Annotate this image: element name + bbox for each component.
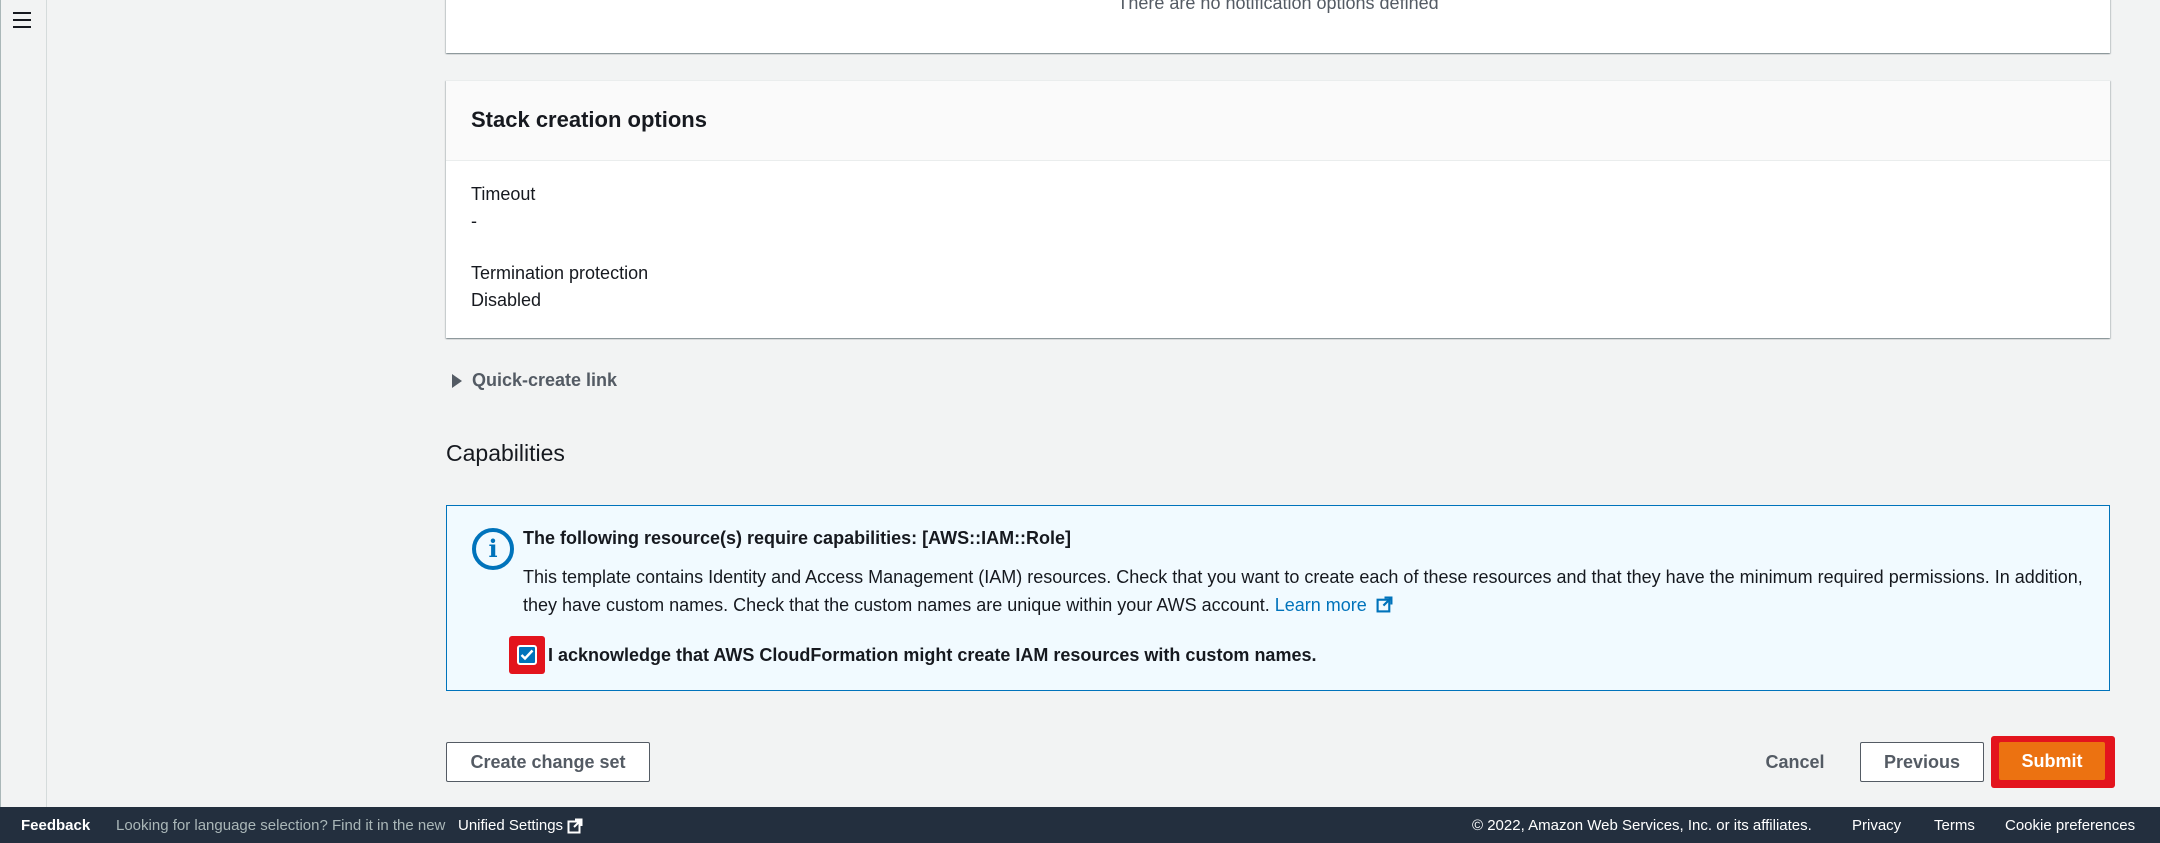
unified-settings-label: Unified Settings <box>458 817 564 834</box>
timeout-field: Timeout - <box>471 181 535 235</box>
learn-more-link[interactable]: Learn more <box>1275 595 1393 615</box>
capabilities-title: Capabilities <box>446 440 565 466</box>
create-change-set-button[interactable]: Create change set <box>446 742 650 782</box>
notification-options-panel: There are no notification options define… <box>446 0 2110 53</box>
no-notification-text: There are no notification options define… <box>1117 0 1439 13</box>
side-navigation-rail <box>0 0 47 807</box>
quick-create-link-expander[interactable]: Quick-create link <box>452 370 617 391</box>
cookie-preferences-link[interactable]: Cookie preferences <box>2005 817 2135 834</box>
timeout-value: - <box>471 211 477 231</box>
acknowledge-row[interactable]: I acknowledge that AWS CloudFormation mi… <box>509 636 1316 674</box>
footer: Feedback Looking for language selection?… <box>0 807 2160 843</box>
unified-settings-link[interactable]: Unified Settings <box>458 817 583 834</box>
submit-button[interactable]: Submit <box>1999 742 2105 780</box>
termination-value: Disabled <box>471 290 542 310</box>
stack-creation-options-panel: Stack creation options Timeout - Termina… <box>446 80 2110 338</box>
cancel-button[interactable]: Cancel <box>1752 742 1838 782</box>
stack-options-title: Stack creation options <box>471 107 707 132</box>
external-link-icon <box>567 818 583 833</box>
alert-title: The following resource(s) require capabi… <box>523 528 1072 548</box>
acknowledge-checkbox[interactable] <box>509 636 545 674</box>
privacy-link[interactable]: Privacy <box>1852 817 1901 834</box>
alert-body: This template contains Identity and Acce… <box>523 563 2093 619</box>
stack-options-header: Stack creation options <box>446 81 2110 161</box>
capabilities-alert: i The following resource(s) require capa… <box>446 505 2110 691</box>
submit-highlight: Submit <box>1991 736 2115 788</box>
quick-create-label: Quick-create link <box>472 370 618 390</box>
caret-right-icon <box>452 373 462 388</box>
feedback-link[interactable]: Feedback <box>21 817 90 834</box>
previous-button[interactable]: Previous <box>1860 742 1984 782</box>
terms-link[interactable]: Terms <box>1934 817 1975 834</box>
termination-protection-field: Termination protection Disabled <box>471 260 648 314</box>
external-link-icon <box>1376 596 1393 613</box>
learn-more-label: Learn more <box>1274 595 1367 615</box>
info-icon: i <box>472 528 514 570</box>
menu-icon[interactable] <box>13 12 31 28</box>
timeout-label: Timeout <box>471 184 536 204</box>
termination-label: Termination protection <box>471 263 649 283</box>
checkmark-icon <box>517 645 537 665</box>
language-hint-text: Looking for language selection? Find it … <box>116 817 446 834</box>
acknowledge-label: I acknowledge that AWS CloudFormation mi… <box>548 644 1317 665</box>
copyright-text: © 2022, Amazon Web Services, Inc. or its… <box>1472 817 1812 834</box>
